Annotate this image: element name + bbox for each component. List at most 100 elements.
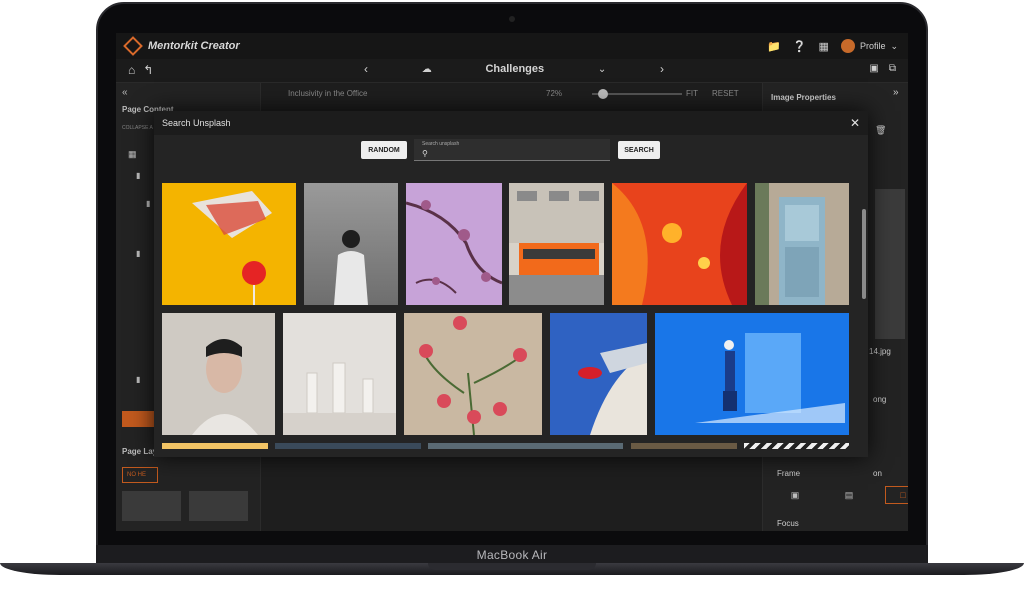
photo-candy-lollipop-art bbox=[192, 191, 272, 305]
photo-veiled-portrait-art bbox=[192, 339, 258, 435]
photo-purple-blossoms[interactable] bbox=[405, 183, 503, 305]
photo-red-abstract-art bbox=[612, 183, 747, 305]
toolbar-left: ⌂ ↰ bbox=[128, 63, 153, 77]
toolbar-right: ▣ ⧉ bbox=[869, 63, 896, 74]
chevron-right-icon[interactable]: › bbox=[660, 62, 664, 76]
app-title: Mentorkit Creator bbox=[148, 40, 240, 52]
photo-row3-1[interactable] bbox=[162, 443, 268, 449]
photo-grid bbox=[162, 183, 852, 449]
scrollbar[interactable] bbox=[862, 209, 866, 299]
camera bbox=[509, 16, 515, 22]
page-icon: ▮ bbox=[136, 249, 141, 258]
chevron-down-icon[interactable]: ⌄ bbox=[598, 64, 606, 75]
profile-menu[interactable]: Profile ⌄ bbox=[840, 39, 898, 53]
selected-page-indicator[interactable] bbox=[122, 411, 156, 427]
zoom-slider-knob[interactable] bbox=[598, 89, 608, 99]
help-icon[interactable]: ❔ bbox=[793, 40, 807, 53]
photo-veiled-portrait[interactable] bbox=[162, 313, 275, 435]
photo-row3-4[interactable] bbox=[631, 443, 737, 449]
page-icon: ▮ bbox=[136, 171, 141, 180]
chevron-down-icon: ⌄ bbox=[890, 40, 898, 51]
page-navigator: ‹ ☁ Challenges ⌄ › bbox=[364, 62, 664, 76]
property-text: on bbox=[873, 469, 882, 478]
collapse-panel-icon[interactable]: « bbox=[122, 87, 128, 98]
book-icon[interactable]: ▦ bbox=[819, 40, 829, 53]
photo-white-glassware-art bbox=[283, 362, 396, 435]
photo-candy-lollipop[interactable] bbox=[162, 183, 296, 305]
chapter-icon: ▦ bbox=[128, 149, 137, 159]
photo-red-abstract[interactable] bbox=[612, 183, 747, 305]
photo-white-glassware[interactable] bbox=[283, 313, 396, 435]
expand-panel-icon[interactable]: » bbox=[893, 87, 899, 98]
photo-blue-door[interactable] bbox=[755, 183, 849, 305]
page-icon: ▮ bbox=[146, 199, 151, 208]
zoom-slider[interactable] bbox=[592, 89, 682, 99]
random-button[interactable]: RANDOM bbox=[361, 141, 407, 159]
layout-grid bbox=[122, 491, 248, 521]
frame-none-icon[interactable]: ▣ bbox=[777, 486, 813, 504]
search-input[interactable] bbox=[434, 149, 594, 159]
photo-blue-door-art bbox=[755, 183, 825, 305]
photo-row3-5[interactable] bbox=[744, 443, 849, 449]
photo-blue-wall-person-art bbox=[695, 333, 845, 423]
app-screen: Mentorkit Creator 📁 ❔ ▦ Profile ⌄ ⌂ ↰ ‹ … bbox=[116, 33, 908, 531]
search-icon: ⚲ bbox=[422, 149, 428, 158]
layout-option[interactable] bbox=[122, 491, 181, 521]
avatar bbox=[840, 39, 855, 53]
photo-woman-beach[interactable] bbox=[304, 183, 398, 305]
frame-options: ▣ ▤ □ bbox=[777, 486, 908, 504]
top-bar: Mentorkit Creator 📁 ❔ ▦ Profile ⌄ bbox=[116, 33, 908, 59]
preview-icon[interactable]: ▣ bbox=[869, 63, 878, 74]
editor-toolbar: ⌂ ↰ ‹ ☁ Challenges ⌄ › ▣ ⧉ bbox=[116, 59, 908, 83]
photo-red-flowers[interactable] bbox=[404, 313, 542, 436]
home-icon[interactable]: ⌂ bbox=[128, 63, 135, 77]
frame-image-icon[interactable]: ▤ bbox=[831, 486, 867, 504]
image-preview bbox=[875, 189, 905, 339]
search-unsplash-modal: Search Unsplash ✕ RANDOM Search unsplash… bbox=[154, 111, 868, 457]
page-icon: ▮ bbox=[136, 375, 141, 384]
search-field-label: Search unsplash bbox=[422, 141, 460, 147]
reset-button[interactable]: RESET bbox=[712, 89, 739, 98]
photo-orange-tram[interactable] bbox=[509, 183, 604, 305]
page-layout-title: Page Lay bbox=[122, 447, 158, 456]
close-icon[interactable]: ✕ bbox=[850, 116, 860, 130]
canvas-bar: Inclusivity in the Office 72% FIT RESET bbox=[262, 83, 762, 109]
photo-row3-3[interactable] bbox=[428, 443, 623, 449]
top-right-actions: 📁 ❔ ▦ Profile ⌄ bbox=[767, 39, 898, 53]
layout-option[interactable] bbox=[189, 491, 248, 521]
focus-label: Focus bbox=[777, 519, 799, 528]
laptop-notch bbox=[428, 563, 596, 570]
photo-purple-blossoms-art bbox=[405, 200, 503, 294]
trash-icon[interactable]: 🗑 bbox=[875, 125, 886, 136]
search-field[interactable]: Search unsplash ⚲ bbox=[414, 139, 610, 161]
zoom-level: 72% bbox=[546, 89, 563, 98]
photo-blue-car-art bbox=[550, 313, 647, 435]
fit-button[interactable]: FIT bbox=[686, 89, 698, 98]
page-tab[interactable]: Inclusivity in the Office bbox=[288, 89, 367, 98]
chevron-left-icon[interactable]: ‹ bbox=[364, 62, 368, 76]
modal-header: Search Unsplash ✕ bbox=[154, 111, 868, 135]
photo-red-flowers-art bbox=[419, 316, 527, 436]
image-properties-title: Image Properties bbox=[771, 93, 836, 102]
photo-blue-car[interactable] bbox=[550, 313, 647, 435]
no-header-button[interactable]: NO HE bbox=[122, 467, 158, 483]
photo-woman-beach-art bbox=[334, 230, 368, 305]
share-icon[interactable]: ⧉ bbox=[889, 63, 896, 74]
back-icon[interactable]: ↰ bbox=[143, 63, 153, 77]
photo-row3-2[interactable] bbox=[275, 443, 421, 449]
search-button[interactable]: SEARCH bbox=[618, 141, 660, 159]
photo-blue-wall-person[interactable] bbox=[655, 313, 849, 435]
folder-icon[interactable]: 📁 bbox=[767, 40, 781, 53]
profile-label: Profile bbox=[859, 41, 886, 51]
frame-border-icon[interactable]: □ bbox=[885, 486, 908, 504]
modal-title: Search Unsplash bbox=[162, 118, 231, 128]
search-row: RANDOM Search unsplash ⚲ SEARCH bbox=[154, 139, 868, 165]
property-text: ong bbox=[873, 395, 887, 404]
cloud-upload-icon[interactable]: ☁ bbox=[422, 64, 432, 75]
photo-orange-tram-art bbox=[509, 183, 604, 305]
collapse-all-link[interactable]: COLLAPSE A bbox=[122, 125, 153, 131]
page-name[interactable]: Challenges bbox=[485, 63, 544, 75]
app-logo-icon bbox=[123, 36, 143, 56]
file-name: 14.jpg bbox=[869, 347, 891, 356]
device-label: MacBook Air bbox=[476, 548, 548, 562]
